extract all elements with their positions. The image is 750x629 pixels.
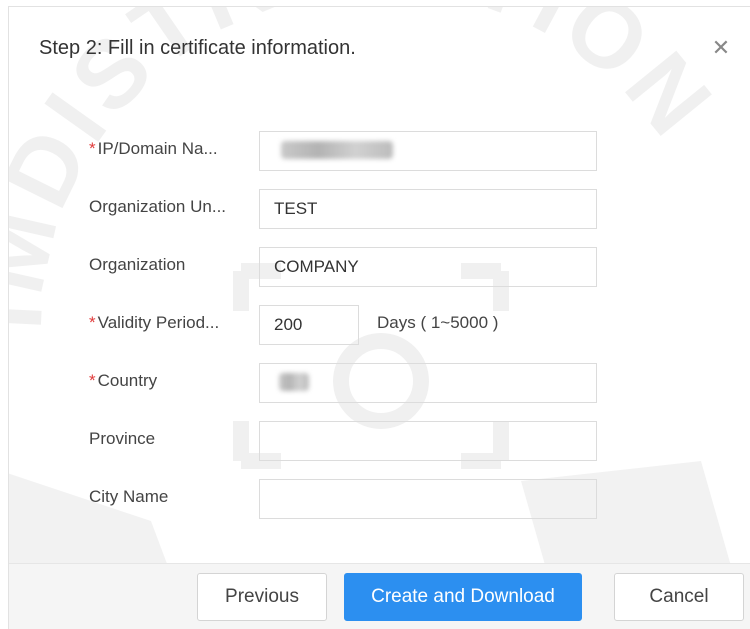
organization-row: Organization bbox=[9, 247, 750, 289]
organization-input[interactable] bbox=[259, 247, 597, 287]
country-row: * Country bbox=[9, 363, 750, 405]
province-label: Province bbox=[89, 429, 156, 448]
create-download-button[interactable]: Create and Download bbox=[344, 573, 582, 621]
organization-label: Organization bbox=[89, 255, 186, 274]
province-row: Province bbox=[9, 421, 750, 463]
previous-button[interactable]: Previous bbox=[197, 573, 327, 621]
org-unit-row: Organization Un... bbox=[9, 189, 750, 231]
org-unit-label: Organization Un... bbox=[89, 197, 227, 216]
validity-label: * Validity Period... bbox=[89, 313, 220, 332]
city-input[interactable] bbox=[259, 479, 597, 519]
certificate-dialog: IMDISTRIBUTION Step 2: Fill in certifica… bbox=[8, 6, 750, 629]
required-marker: * bbox=[89, 139, 96, 158]
dialog-title: Step 2: Fill in certificate information. bbox=[39, 37, 356, 59]
org-unit-input[interactable] bbox=[259, 189, 597, 229]
close-icon[interactable]: ✕ bbox=[709, 37, 733, 61]
ip-domain-label: * IP/Domain Na... bbox=[89, 139, 218, 158]
required-marker: * bbox=[89, 371, 96, 390]
redacted-value bbox=[281, 141, 393, 159]
validity-row: *Validity Period... Days ( 1~5000 ) bbox=[9, 305, 750, 347]
cancel-button[interactable]: Cancel bbox=[614, 573, 744, 621]
country-label: * Country bbox=[89, 371, 158, 390]
redacted-value bbox=[279, 373, 309, 391]
province-input[interactable] bbox=[259, 421, 597, 461]
validity-input[interactable] bbox=[259, 305, 359, 345]
required-marker: * bbox=[89, 313, 96, 332]
city-row: City Name bbox=[9, 479, 750, 521]
city-label: City Name bbox=[89, 487, 169, 506]
country-select[interactable] bbox=[259, 363, 597, 403]
validity-unit: Days ( 1~5000 ) bbox=[377, 313, 499, 332]
ip-domain-row: * IP/Domain Na... bbox=[9, 131, 750, 173]
